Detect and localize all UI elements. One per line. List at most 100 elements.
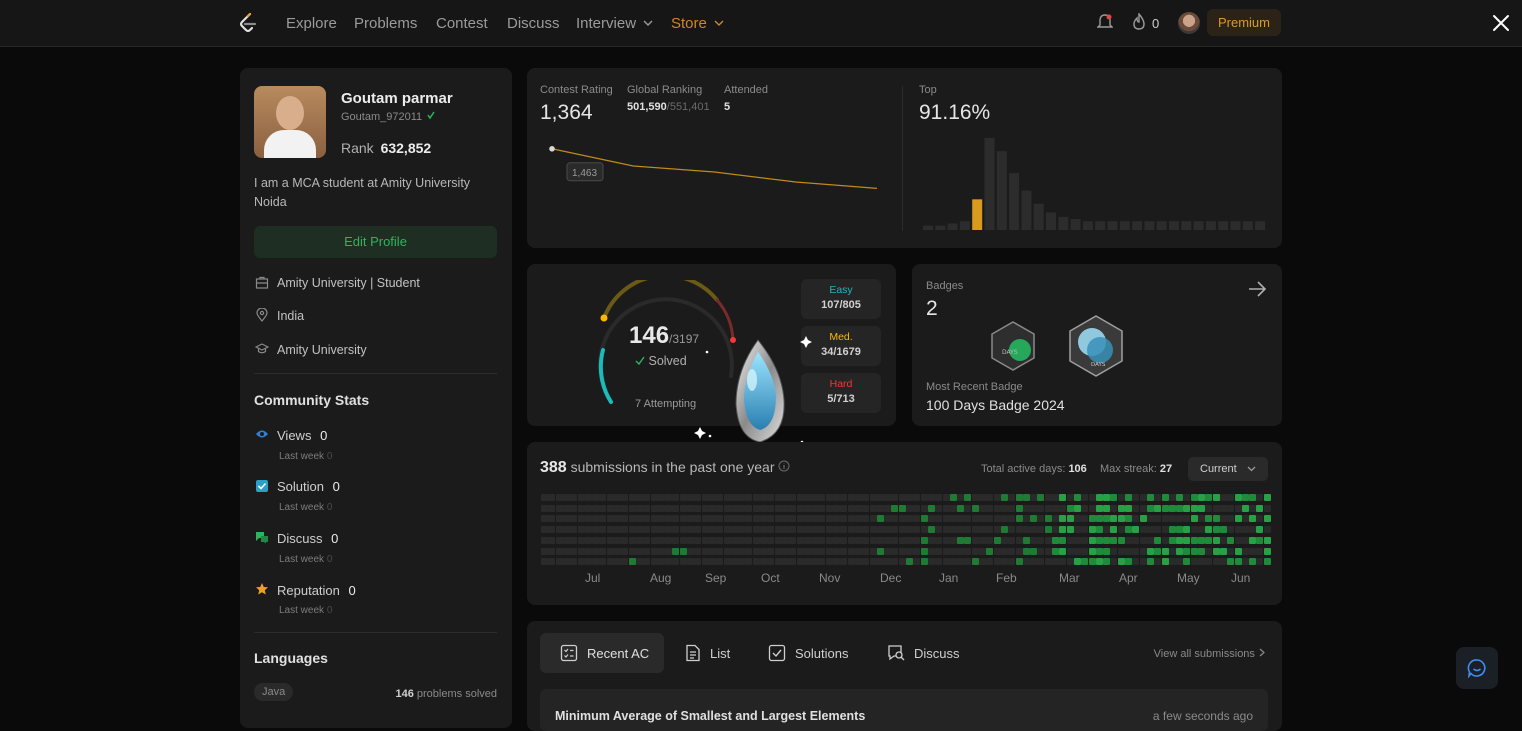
histogram-bar[interactable]: [1107, 221, 1118, 230]
heatmap-cell[interactable]: [628, 515, 636, 523]
heatmap-cell[interactable]: [957, 526, 965, 534]
heatmap-cell[interactable]: [1198, 504, 1205, 512]
heatmap-cell[interactable]: [555, 515, 563, 523]
heatmap-cell[interactable]: [760, 526, 767, 534]
heatmap-cell[interactable]: [1132, 494, 1140, 501]
heatmap-cell[interactable]: [665, 558, 673, 566]
heatmap-cell[interactable]: [628, 536, 636, 544]
heatmap-cell[interactable]: [1168, 504, 1176, 512]
heatmap-cell[interactable]: [1088, 515, 1096, 523]
heatmap-cell[interactable]: [1241, 526, 1249, 534]
heatmap-cell[interactable]: [898, 558, 906, 566]
heatmap-cell[interactable]: [599, 504, 607, 512]
heatmap-cell[interactable]: [1000, 494, 1008, 501]
heatmap-cell[interactable]: [716, 536, 724, 544]
heatmap-cell[interactable]: [767, 526, 775, 534]
heatmap-cell[interactable]: [774, 515, 782, 523]
heatmap-cell[interactable]: [708, 526, 716, 534]
heatmap-cell[interactable]: [541, 547, 548, 555]
heatmap-cell[interactable]: [738, 558, 746, 566]
heatmap-cell[interactable]: [1044, 515, 1052, 523]
avatar[interactable]: [1178, 12, 1200, 34]
heatmap-cell[interactable]: [767, 504, 775, 512]
heatmap-cell[interactable]: [781, 547, 789, 555]
heatmap-cell[interactable]: [942, 526, 950, 534]
heatmap-cell[interactable]: [679, 526, 687, 534]
heatmap-cell[interactable]: [942, 547, 950, 555]
heatmap-cell[interactable]: [1103, 547, 1111, 555]
heatmap-cell[interactable]: [628, 526, 636, 534]
heatmap-cell[interactable]: [548, 494, 556, 501]
heatmap-cell[interactable]: [599, 494, 607, 501]
heatmap-cell[interactable]: [1081, 558, 1089, 566]
heatmap-cell[interactable]: [1219, 504, 1227, 512]
heatmap-cell[interactable]: [964, 494, 972, 501]
heatmap-cell[interactable]: [1088, 526, 1096, 534]
heatmap-cell[interactable]: [1161, 494, 1169, 501]
heatmap-cell[interactable]: [1161, 536, 1169, 544]
leetcode-logo-icon[interactable]: [236, 11, 260, 35]
heatmap-cell[interactable]: [562, 504, 570, 512]
heatmap-cell[interactable]: [1241, 558, 1249, 566]
heatmap-cell[interactable]: [964, 536, 972, 544]
heatmap-cell[interactable]: [1022, 504, 1030, 512]
feedback-chat-button[interactable]: [1456, 647, 1498, 689]
heatmap-cell[interactable]: [1073, 536, 1081, 544]
100-days-badge-icon[interactable]: DAYS: [1066, 314, 1126, 378]
heatmap-cell[interactable]: [935, 504, 943, 512]
heatmap-cell[interactable]: [584, 494, 592, 501]
heatmap-cell[interactable]: [1066, 547, 1074, 555]
heatmap-cell[interactable]: [738, 536, 746, 544]
heatmap-cell[interactable]: [1110, 536, 1118, 544]
heatmap-cell[interactable]: [1037, 504, 1045, 512]
heatmap-cell[interactable]: [687, 526, 694, 534]
heatmap-cell[interactable]: [570, 504, 578, 512]
heatmap-cell[interactable]: [1190, 536, 1198, 544]
heatmap-cell[interactable]: [818, 504, 826, 512]
heatmap-cell[interactable]: [869, 504, 877, 512]
heatmap-cell[interactable]: [1037, 526, 1045, 534]
heatmap-cell[interactable]: [1088, 547, 1096, 555]
rating-line-chart[interactable]: 1,463: [527, 128, 897, 238]
heatmap-cell[interactable]: [1015, 526, 1023, 534]
heatmap-cell[interactable]: [1146, 526, 1154, 534]
heatmap-cell[interactable]: [1132, 547, 1140, 555]
heatmap-cell[interactable]: [891, 494, 899, 501]
heatmap-cell[interactable]: [1132, 515, 1140, 523]
heatmap-cell[interactable]: [1110, 558, 1118, 566]
heatmap-cell[interactable]: [738, 526, 746, 534]
heatmap-cell[interactable]: [1154, 494, 1162, 501]
heatmap-cell[interactable]: [1212, 547, 1220, 555]
heatmap-cell[interactable]: [687, 494, 694, 501]
heatmap-cell[interactable]: [1125, 504, 1132, 512]
heatmap-cell[interactable]: [993, 536, 1001, 544]
heatmap-cell[interactable]: [979, 504, 986, 512]
heatmap-cell[interactable]: [803, 558, 811, 566]
heatmap-cell[interactable]: [1052, 547, 1059, 555]
heatmap-cell[interactable]: [1263, 494, 1271, 501]
heatmap-cell[interactable]: [1190, 515, 1198, 523]
heatmap-cell[interactable]: [986, 547, 994, 555]
heatmap-cell[interactable]: [869, 515, 877, 523]
heatmap-cell[interactable]: [1139, 536, 1147, 544]
heatmap-cell[interactable]: [1095, 504, 1103, 512]
heatmap-cell[interactable]: [584, 515, 592, 523]
heatmap-cell[interactable]: [1022, 547, 1030, 555]
heatmap-cell[interactable]: [548, 536, 556, 544]
heatmap-cell[interactable]: [1052, 494, 1059, 501]
heatmap-cell[interactable]: [898, 515, 906, 523]
heatmap-cell[interactable]: [1241, 536, 1249, 544]
heatmap-cell[interactable]: [570, 494, 578, 501]
heatmap-cell[interactable]: [1073, 504, 1081, 512]
heatmap-cell[interactable]: [811, 536, 819, 544]
heatmap-cell[interactable]: [592, 526, 600, 534]
heatmap-cell[interactable]: [818, 494, 826, 501]
heatmap-cell[interactable]: [723, 526, 731, 534]
heatmap-cell[interactable]: [811, 494, 819, 501]
nav-explore[interactable]: Explore: [286, 15, 337, 32]
ranking-histogram[interactable]: [917, 128, 1272, 232]
heatmap-cell[interactable]: [701, 558, 709, 566]
heatmap-cell[interactable]: [774, 547, 782, 555]
heatmap-cell[interactable]: [1168, 494, 1176, 501]
heatmap-cell[interactable]: [920, 515, 928, 523]
